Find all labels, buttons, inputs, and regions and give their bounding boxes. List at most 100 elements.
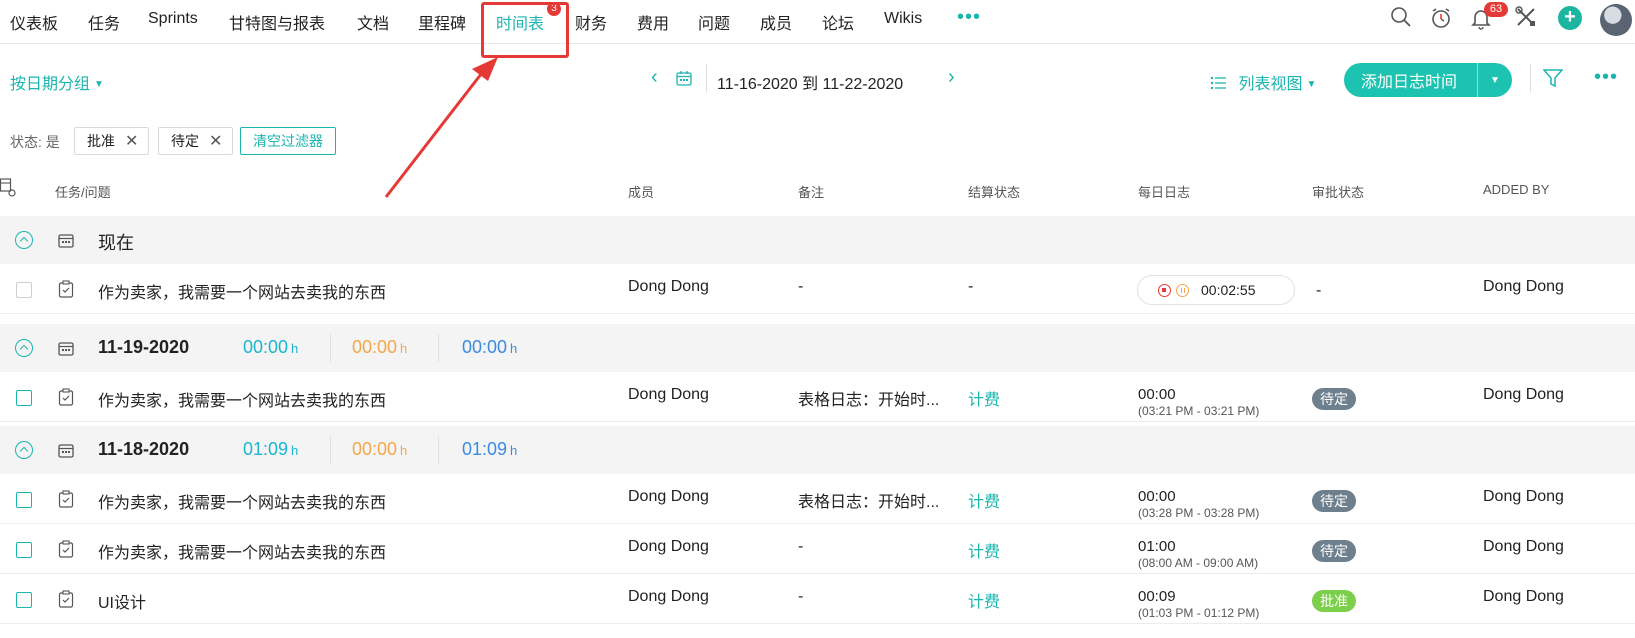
approval-status-badge[interactable]: 待定 [1312, 490, 1356, 512]
chevron-right-icon[interactable]: › [948, 66, 955, 89]
divider [330, 334, 331, 362]
member-name: Dong Dong [628, 588, 709, 605]
caret-down-icon[interactable]: ▼ [1478, 75, 1512, 86]
group-by-dropdown[interactable]: 按日期分组 ▼ [10, 70, 104, 94]
filter-icon[interactable] [1542, 68, 1564, 93]
nav-milestones[interactable]: 里程碑 [418, 10, 466, 34]
column-settings-icon[interactable] [0, 178, 18, 203]
calendar-icon[interactable] [676, 70, 692, 91]
nav-sprints[interactable]: Sprints [148, 10, 198, 28]
task-icon [58, 280, 74, 303]
total-hours: 01:09 h [243, 439, 298, 460]
task-icon [58, 540, 74, 563]
nav-forum[interactable]: 论坛 [822, 10, 854, 34]
column-header-approval[interactable]: 审批状态 [1312, 182, 1364, 201]
calendar-icon [58, 442, 74, 463]
calendar-icon [58, 340, 74, 361]
collapse-icon[interactable] [15, 339, 33, 357]
create-plus-button[interactable]: + [1558, 6, 1582, 30]
task-name[interactable]: UI设计 [98, 589, 146, 613]
billing-status: 计费 [968, 594, 1001, 611]
task-name[interactable]: 作为卖家，我需要一个网站去卖我的东西 [98, 539, 386, 563]
list-icon [1210, 76, 1238, 93]
row-checkbox[interactable] [16, 390, 32, 406]
member-name: Dong Dong [628, 386, 709, 403]
column-header-added-by[interactable]: ADDED BY [1483, 182, 1549, 197]
column-header-note[interactable]: 备注 [798, 182, 824, 201]
tools-icon[interactable] [1515, 6, 1537, 33]
timer-icon[interactable] [1430, 6, 1452, 35]
filter-chip-approved: 批准 ✕ [74, 127, 150, 155]
row-checkbox[interactable] [16, 492, 32, 508]
column-header-member[interactable]: 成员 [628, 182, 654, 201]
hours-unit: h [291, 443, 299, 458]
member-name: Dong Dong [628, 488, 709, 505]
total-hours-value: 01:09 [243, 439, 289, 459]
divider [438, 334, 439, 362]
clear-filters-button[interactable]: 清空过滤器 [240, 127, 336, 155]
collapse-icon[interactable] [15, 231, 33, 249]
add-log-time-button[interactable]: 添加日志时间 ▼ [1344, 63, 1512, 97]
approval-status-badge[interactable]: 待定 [1312, 540, 1356, 562]
row-checkbox[interactable] [16, 592, 32, 608]
billable-hours: 00:00 h [462, 337, 517, 358]
notification-badge: 63 [1484, 2, 1508, 17]
table-row[interactable]: 作为卖家，我需要一个网站去卖我的东西 Dong Dong 表格日志：开始时...… [0, 476, 1635, 524]
nav-more-button[interactable]: ••• [957, 6, 981, 29]
added-by: Dong Dong [1483, 278, 1564, 295]
table-row[interactable]: 作为卖家，我需要一个网站去卖我的东西 Dong Dong - 计费 01:00 … [0, 526, 1635, 574]
task-name[interactable]: 作为卖家，我需要一个网站去卖我的东西 [98, 279, 386, 303]
group-row-now: 现在 [0, 216, 1635, 264]
filter-chip-pending: 待定 ✕ [158, 127, 234, 155]
nav-members[interactable]: 成员 [760, 10, 792, 34]
daily-log-duration: 01:00 [1138, 538, 1176, 555]
divider [706, 64, 707, 92]
task-name[interactable]: 作为卖家，我需要一个网站去卖我的东西 [98, 387, 386, 411]
billing-status: - [968, 278, 974, 295]
row-checkbox[interactable] [16, 542, 32, 558]
table-row[interactable]: 作为卖家，我需要一个网站去卖我的东西 Dong Dong 表格日志：开始时...… [0, 374, 1635, 422]
list-view-dropdown[interactable]: 列表视图 ▼ [1210, 70, 1316, 94]
running-timer: 00:02:55 [1137, 275, 1295, 305]
nav-issues[interactable]: 问题 [698, 10, 730, 34]
close-icon[interactable]: ✕ [209, 131, 222, 151]
nav-finance[interactable]: 财务 [575, 10, 607, 34]
non-billable-hours: 00:00 h [352, 337, 407, 358]
billable-hours-value: 01:09 [462, 439, 508, 459]
approval-status-badge[interactable]: 待定 [1312, 388, 1356, 410]
status-filter-label: 状态: 是 [10, 134, 60, 150]
hours-unit: h [510, 341, 518, 356]
column-header-task[interactable]: 任务/问题 [55, 182, 111, 201]
nav-documents[interactable]: 文档 [357, 10, 389, 34]
nav-gantt-reports[interactable]: 甘特图与报表 [229, 10, 325, 34]
column-header-daily-log[interactable]: 每日日志 [1138, 182, 1190, 201]
hours-unit: h [400, 341, 408, 356]
chevron-left-icon[interactable]: ‹ [651, 66, 658, 89]
approval-status-badge[interactable]: 批准 [1312, 590, 1356, 612]
daily-log-range: (03:28 PM - 03:28 PM) [1138, 506, 1260, 520]
search-icon[interactable] [1390, 6, 1412, 33]
close-icon[interactable]: ✕ [125, 131, 138, 151]
table-row[interactable]: 作为卖家，我需要一个网站去卖我的东西 Dong Dong - - 00:02:5… [0, 266, 1635, 314]
row-checkbox[interactable] [16, 282, 32, 298]
nav-expenses[interactable]: 费用 [637, 10, 669, 34]
stop-icon[interactable] [1158, 284, 1171, 297]
daily-log-duration: 00:00 [1138, 488, 1176, 505]
column-header-billing[interactable]: 结算状态 [968, 182, 1020, 201]
note-text: 表格日志：开始时... [798, 494, 940, 511]
added-by: Dong Dong [1483, 488, 1564, 505]
divider [1530, 64, 1531, 92]
pause-icon[interactable] [1176, 284, 1189, 297]
nav-wikis[interactable]: Wikis [884, 10, 922, 28]
task-name[interactable]: 作为卖家，我需要一个网站去卖我的东西 [98, 489, 386, 513]
user-avatar[interactable] [1600, 4, 1632, 36]
table-row[interactable]: UI设计 Dong Dong - 计费 00:09 (01:03 PM - 01… [0, 576, 1635, 624]
collapse-icon[interactable] [15, 441, 33, 459]
nav-tasks[interactable]: 任务 [88, 10, 120, 34]
billing-status: 计费 [968, 494, 1001, 511]
more-options-button[interactable]: ••• [1594, 66, 1618, 89]
date-range[interactable]: 11-16-2020 到 11-22-2020 [717, 70, 903, 94]
add-log-time-label: 添加日志时间 [1361, 74, 1458, 91]
nav-dashboard[interactable]: 仪表板 [10, 10, 58, 34]
hours-unit: h [291, 341, 299, 356]
